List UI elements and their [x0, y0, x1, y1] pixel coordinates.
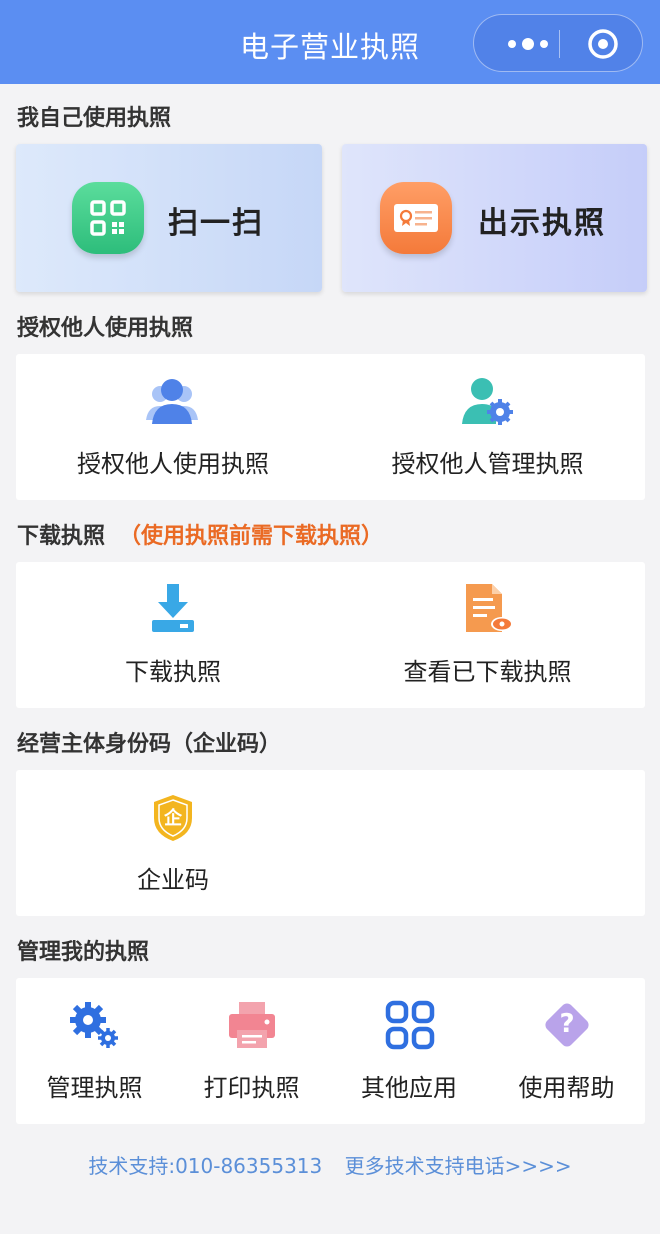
other-apps-label: 其他应用 — [361, 1074, 457, 1102]
manage-license-button[interactable]: 管理执照 — [16, 978, 173, 1124]
authorize-manage-label: 授权他人管理执照 — [391, 450, 584, 478]
view-downloaded-label: 查看已下载执照 — [403, 658, 572, 686]
show-license-button[interactable]: 出示执照 — [342, 144, 647, 292]
show-license-label: 出示执照 — [478, 206, 606, 241]
download-icon — [152, 584, 194, 632]
authorize-use-label: 授权他人使用执照 — [77, 450, 269, 478]
scan-label: 扫一扫 — [168, 206, 264, 241]
enterprise-code-label: 企业码 — [137, 866, 209, 894]
help-question-icon: ? — [542, 1000, 592, 1050]
authorize-panel: 授权他人使用执照 授权他人管理执照 — [16, 354, 645, 500]
section-title-manage: 管理我的执照 — [17, 940, 150, 965]
document-view-icon — [466, 584, 513, 632]
download-note: （使用执照前需下载执照） — [119, 524, 384, 549]
more-icon[interactable] — [498, 15, 558, 73]
section-title-entity-code: 经营主体身份码（企业码） — [17, 732, 282, 757]
download-title: 下载执照 — [17, 524, 106, 549]
section-title-download: 下载执照 （使用执照前需下载执照） — [17, 518, 383, 550]
download-license-button[interactable]: 下载执照 — [16, 562, 330, 708]
usage-help-button[interactable]: ? 使用帮助 — [488, 978, 645, 1124]
print-license-label: 打印执照 — [203, 1074, 300, 1102]
print-license-button[interactable]: 打印执照 — [173, 978, 330, 1124]
scan-button[interactable]: 扫一扫 — [16, 144, 322, 292]
enterprise-shield-icon: 企 — [152, 794, 194, 842]
manage-license-label: 管理执照 — [46, 1074, 143, 1102]
manage-panel: 管理执照 打印执照 其他应用 ? 使用帮助 — [16, 978, 645, 1124]
section-title-authorize: 授权他人使用执照 — [17, 316, 194, 341]
view-downloaded-button[interactable]: 查看已下载执照 — [330, 562, 645, 708]
printer-icon — [229, 1002, 275, 1048]
gear-settings-icon — [70, 1002, 118, 1048]
user-settings-icon — [462, 378, 513, 425]
download-license-label: 下载执照 — [125, 658, 221, 686]
section-title-self-use: 我自己使用执照 — [17, 106, 172, 131]
help-glyph: ? — [559, 1009, 575, 1039]
more-support-link[interactable]: 更多技术支持电话>>>> — [345, 1154, 572, 1178]
users-icon — [146, 379, 198, 424]
apps-grid-icon — [385, 1000, 435, 1050]
usage-help-label: 使用帮助 — [518, 1074, 615, 1102]
other-apps-button[interactable]: 其他应用 — [330, 978, 488, 1124]
enterprise-code-button[interactable]: 企 企业码 — [16, 770, 330, 916]
enterprise-glyph: 企 — [164, 808, 182, 829]
license-card-icon — [380, 182, 452, 254]
close-miniprogram-icon[interactable] — [587, 28, 619, 60]
qr-scan-icon — [72, 182, 144, 254]
support-phone-link[interactable]: 技术支持:010-86355313 — [88, 1154, 322, 1178]
nav-bar: 电子营业执照 — [0, 0, 660, 84]
support-footer: 技术支持:010-86355313 更多技术支持电话>>>> — [0, 1150, 660, 1179]
download-panel: 下载执照 查看已下载执照 — [16, 562, 645, 708]
authorize-use-button[interactable]: 授权他人使用执照 — [16, 354, 330, 500]
entity-code-panel: 企 企业码 — [16, 770, 645, 916]
capsule-divider — [559, 30, 560, 58]
miniprogram-capsule — [473, 14, 643, 72]
authorize-manage-button[interactable]: 授权他人管理执照 — [330, 354, 645, 500]
